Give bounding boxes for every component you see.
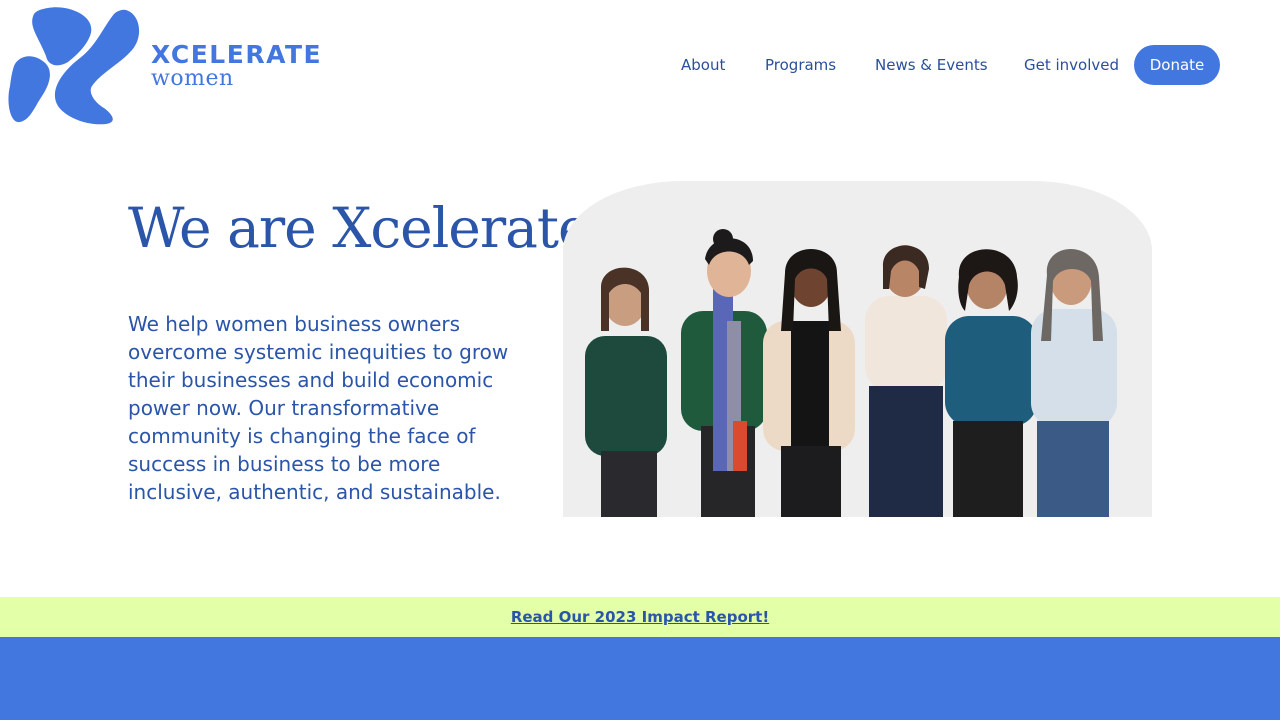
nav-item-get-involved[interactable]: Get involved [1024,45,1119,85]
hero-group-photo [563,181,1152,517]
hero-description: We help women business owners overcome s… [128,312,509,504]
main-nav: About Programs News & Events Get involve… [0,45,1220,85]
hero-title: We are Xcelerate [128,196,591,260]
nav-item-about[interactable]: About [681,45,725,85]
page: XCELERATE women About Programs News & Ev… [0,0,1280,720]
footer-band [0,637,1280,720]
donate-button[interactable]: Donate [1134,45,1220,85]
impact-report-link[interactable]: Read Our 2023 Impact Report! [511,608,769,626]
group-photo-illustration [563,181,1152,517]
nav-item-programs[interactable]: Programs [765,45,836,85]
impact-report-banner: Read Our 2023 Impact Report! [0,597,1280,637]
nav-item-news-events[interactable]: News & Events [875,45,988,85]
